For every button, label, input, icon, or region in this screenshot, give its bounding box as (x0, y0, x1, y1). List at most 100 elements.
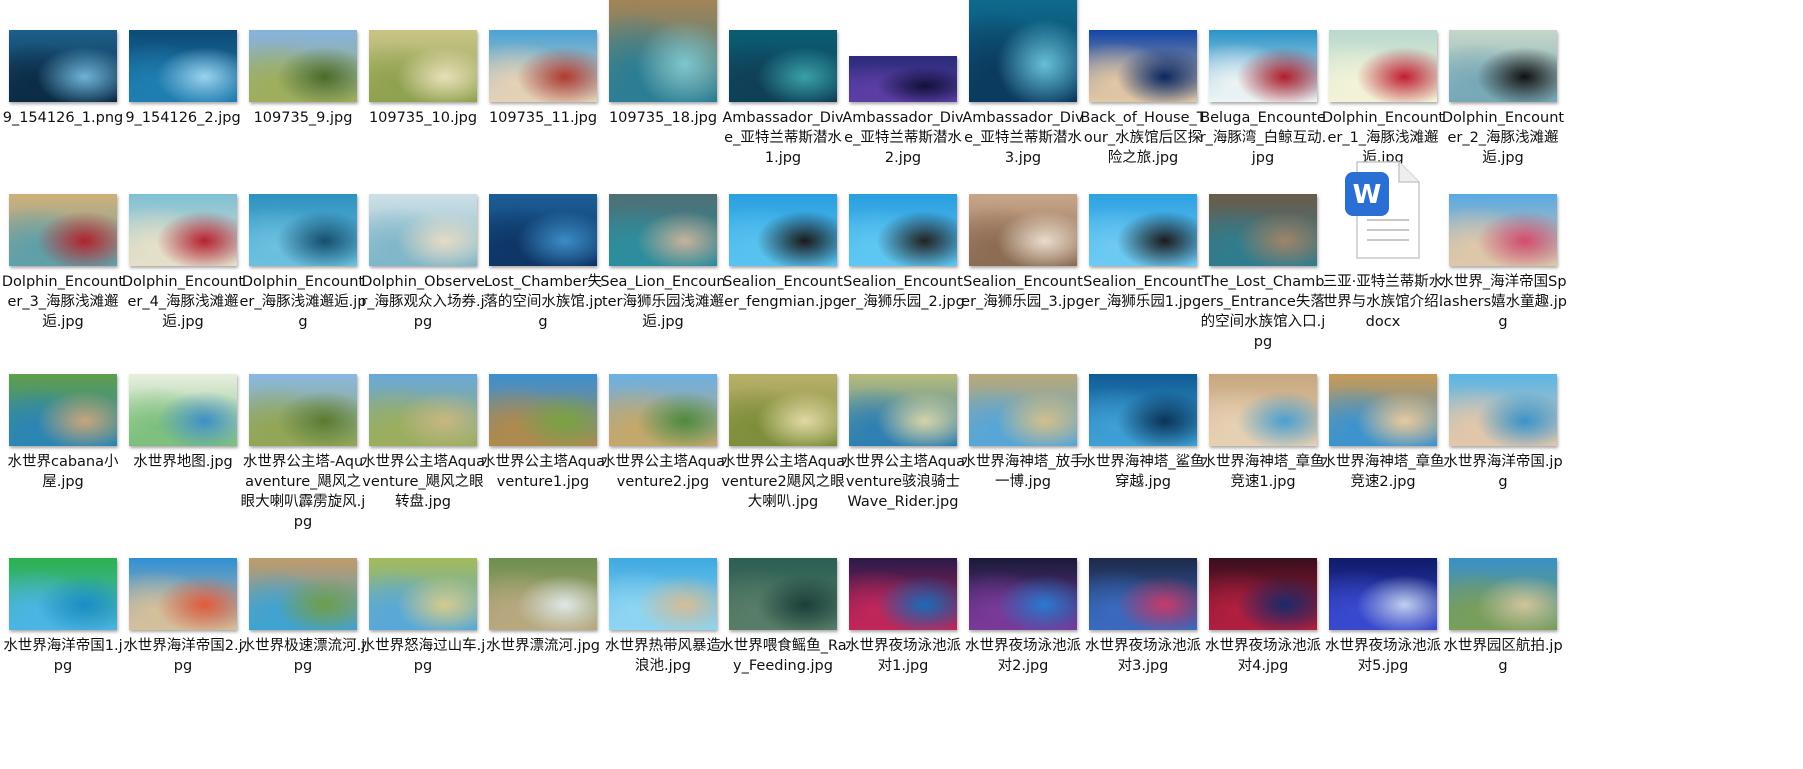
file-name-label: 水世界热带风暴造浪池.jpg (605, 638, 721, 674)
file-item[interactable]: 109735_11.jpg (477, 0, 609, 128)
file-item[interactable]: 水世界海神塔_章鱼竞速2.jpg (1317, 334, 1449, 492)
thumbnail-area (717, 154, 849, 266)
thumbnail-area (1437, 518, 1569, 630)
thumbnail-area (837, 0, 969, 102)
thumbnail-area (957, 0, 1089, 102)
file-item[interactable]: Sealion_Encounter_海狮乐园_3.jpg (957, 154, 1089, 312)
file-item[interactable]: 水世界海神塔_放手一博.jpg (957, 334, 1089, 492)
file-item[interactable]: 9_154126_2.jpg (117, 0, 249, 128)
file-item[interactable]: Sea_Lion_Encounter海狮乐园浅滩邂逅.jpg (597, 154, 729, 332)
file-name-label: 水世界海神塔_鲨鱼穿越.jpg (1081, 454, 1205, 490)
thumbnail-area (357, 334, 489, 446)
thumbnail-area (117, 518, 249, 630)
thumbnail-area (0, 154, 129, 266)
thumbnail-area (477, 0, 609, 102)
file-name-label: Sealion_Encounter_fengmian.jpg (723, 274, 843, 310)
file-item[interactable]: 水世界夜场泳池派对2.jpg (957, 518, 1089, 676)
file-item[interactable]: Dolphin_Encounter_4_海豚浅滩邂逅.jpg (117, 154, 249, 332)
file-name-label: 9_154126_2.jpg (125, 110, 241, 126)
image-thumbnail (9, 30, 117, 102)
file-item[interactable]: 水世界海神塔_鲨鱼穿越.jpg (1077, 334, 1209, 492)
file-item[interactable]: 109735_18.jpg (597, 0, 729, 128)
file-item[interactable]: 水世界海神塔_章鱼竞速1.jpg (1197, 334, 1329, 492)
file-item[interactable]: 水世界怒海过山车.jpg (357, 518, 489, 676)
thumbnail-area (597, 154, 729, 266)
file-item[interactable]: Dolphin_Encounter_1_海豚浅滩邂逅.jpg (1317, 0, 1449, 168)
file-item[interactable]: Beluga_Encounter_海豚湾_白鲸互动.jpg (1197, 0, 1329, 168)
file-name-label: Sealion_Encounter_海狮乐园1.jpg (1083, 274, 1203, 310)
file-name-label: 9_154126_1.png (2, 110, 124, 126)
image-thumbnail (729, 558, 837, 630)
file-item[interactable]: 水世界公主塔Aquaventure2飓风之眼大喇叭.jpg (717, 334, 849, 512)
file-name-label: 水世界公主塔Aquaventure骇浪骑士Wave_Rider.jpg (841, 454, 965, 510)
file-item[interactable]: 水世界地图.jpg (117, 334, 249, 472)
file-item[interactable]: 109735_10.jpg (357, 0, 489, 128)
file-item[interactable]: 水世界喂食鳐鱼_Ray_Feeding.jpg (717, 518, 849, 676)
thumbnail-area (837, 154, 969, 266)
file-item[interactable]: 水世界公主塔Aquaventure2.jpg (597, 334, 729, 492)
file-name-label: 水世界夜场泳池派对3.jpg (1085, 638, 1201, 674)
file-name-label: 水世界夜场泳池派对4.jpg (1205, 638, 1321, 674)
image-thumbnail (9, 194, 117, 266)
file-item[interactable]: Sealion_Encounter_海狮乐园1.jpg (1077, 154, 1209, 312)
thumbnail-area (117, 334, 249, 446)
image-thumbnail (369, 558, 477, 630)
file-item[interactable]: 水世界夜场泳池派对1.jpg (837, 518, 969, 676)
file-name-label: Dolphin_Observer_海豚观众入场券.jpg (361, 274, 485, 330)
file-item[interactable]: 水世界_海洋帝国Splashers嬉水童趣.jpg (1437, 154, 1569, 332)
file-item[interactable]: Ambassador_Dive_亚特兰蒂斯潜水3.jpg (957, 0, 1089, 168)
thumbnail-area (597, 334, 729, 446)
image-thumbnail (1089, 558, 1197, 630)
file-item[interactable]: 水世界夜场泳池派对4.jpg (1197, 518, 1329, 676)
file-name-label: 水世界cabana小屋.jpg (7, 454, 119, 490)
file-item[interactable]: Dolphin_Observer_海豚观众入场券.jpg (357, 154, 489, 332)
file-item[interactable]: 水世界夜场泳池派对3.jpg (1077, 518, 1209, 676)
thumbnail-area (117, 154, 249, 266)
thumbnail-area (237, 154, 369, 266)
file-name-label: Dolphin_Encounter_3_海豚浅滩邂逅.jpg (1, 274, 125, 330)
file-item[interactable]: Ambassador_Dive_亚特兰蒂斯潜水2.jpg (837, 0, 969, 168)
file-item[interactable]: 水世界园区航拍.jpg (1437, 518, 1569, 676)
image-thumbnail (129, 30, 237, 102)
file-item[interactable]: Sealion_Encounter_fengmian.jpg (717, 154, 849, 312)
image-thumbnail (369, 30, 477, 102)
file-item[interactable]: W 三亚·亚特兰蒂斯水世界与水族馆介绍.docx (1317, 154, 1449, 332)
file-item[interactable]: 109735_9.jpg (237, 0, 369, 128)
file-item[interactable]: Lost_Chamber失落的空间水族馆.jpg (477, 154, 609, 332)
file-item[interactable]: The_Lost_Chambers_Entrance失落的空间水族馆入口.jpg (1197, 154, 1329, 352)
file-name-label: 109735_11.jpg (488, 110, 598, 126)
file-item[interactable]: Dolphin_Encounter_2_海豚浅滩邂逅.jpg (1437, 0, 1569, 168)
image-thumbnail (1089, 30, 1197, 102)
image-thumbnail (969, 0, 1077, 102)
file-item[interactable]: Back_of_House_Tour_水族馆后区探险之旅.jpg (1077, 0, 1209, 168)
file-item[interactable]: Dolphin_Encounter_海豚浅滩邂逅.jpg (237, 154, 369, 332)
file-item[interactable]: 水世界夜场泳池派对5.jpg (1317, 518, 1449, 676)
image-thumbnail (609, 194, 717, 266)
file-item[interactable]: 水世界公主塔Aquaventure骇浪骑士Wave_Rider.jpg (837, 334, 969, 512)
file-item[interactable]: 9_154126_1.png (0, 0, 129, 128)
file-name-label: 水世界海洋帝国2.jpg (123, 638, 243, 674)
file-name-label: 水世界怒海过山车.jpg (360, 638, 486, 674)
image-thumbnail (1329, 558, 1437, 630)
file-item[interactable]: Sealion_Encounter_海狮乐园_2.jpg (837, 154, 969, 312)
file-item[interactable]: 水世界公主塔Aquaventure_飓风之眼转盘.jpg (357, 334, 489, 512)
file-name-label: 水世界海神塔_章鱼竞速2.jpg (1321, 454, 1445, 490)
thumbnail-area (1437, 0, 1569, 102)
file-name-label: 水世界海神塔_放手一博.jpg (961, 454, 1085, 490)
file-item[interactable]: 水世界海洋帝国1.jpg (0, 518, 129, 676)
file-item[interactable]: 水世界公主塔-Aquaventure_飓风之眼大喇叭霹雳旋风.jpg (237, 334, 369, 532)
image-thumbnail (1449, 30, 1557, 102)
file-item[interactable]: 水世界公主塔Aquaventure1.jpg (477, 334, 609, 492)
image-thumbnail (609, 374, 717, 446)
file-name-label: 109735_10.jpg (368, 110, 478, 126)
file-item[interactable]: 水世界漂流河.jpg (477, 518, 609, 656)
file-item[interactable]: 水世界极速漂流河.jpg (237, 518, 369, 676)
file-item[interactable]: 水世界海洋帝国.jpg (1437, 334, 1569, 492)
file-item[interactable]: 水世界热带风暴造浪池.jpg (597, 518, 729, 676)
file-name-label: Sea_Lion_Encounter海狮乐园浅滩邂逅.jpg (600, 274, 726, 330)
file-item[interactable]: 水世界海洋帝国2.jpg (117, 518, 249, 676)
image-thumbnail (1449, 194, 1557, 266)
file-item[interactable]: Ambassador_Dive_亚特兰蒂斯潜水1.jpg (717, 0, 849, 168)
file-item[interactable]: 水世界cabana小屋.jpg (0, 334, 129, 492)
file-item[interactable]: Dolphin_Encounter_3_海豚浅滩邂逅.jpg (0, 154, 129, 332)
